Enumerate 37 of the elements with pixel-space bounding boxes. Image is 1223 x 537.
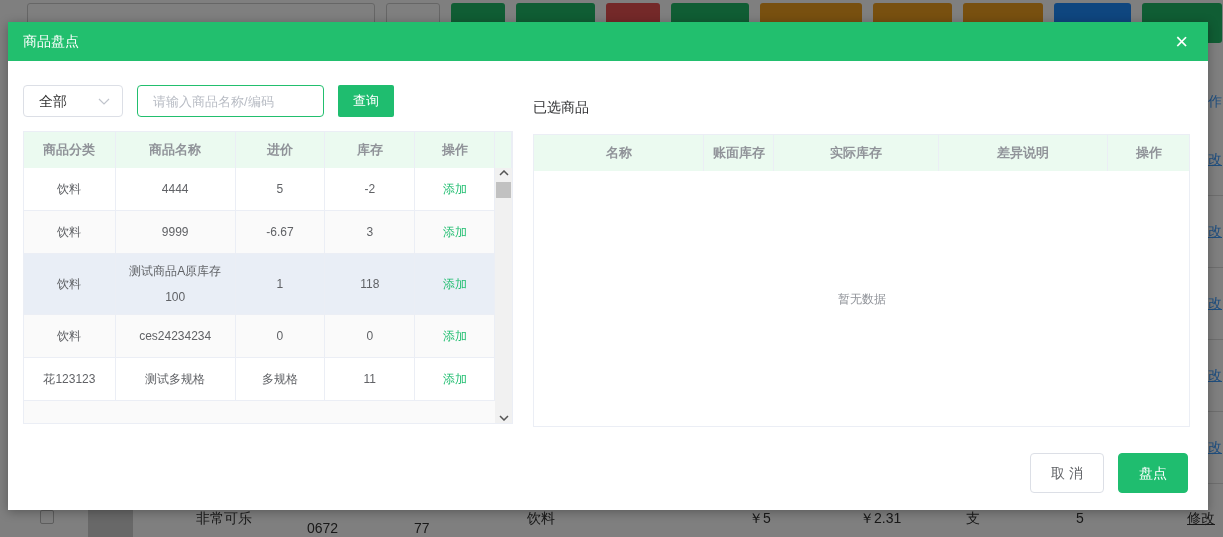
table-cell-text: 3: [366, 224, 374, 241]
section-title: 已选商品: [533, 98, 590, 117]
barcode-text: 0672: [307, 520, 339, 536]
table-cell-text: 11: [363, 371, 376, 388]
table-cell-text: 花123123: [43, 371, 96, 388]
table-cell-text: 0: [276, 328, 284, 345]
table-cell-text: 饮料: [57, 328, 82, 345]
table-cell-text: 饮料: [57, 181, 82, 198]
category-text: 饮料: [527, 510, 555, 526]
table-cell-text: 饮料: [57, 224, 82, 241]
table-cell-text: 多规格: [261, 371, 298, 388]
dialog-title: 商品盘点: [23, 32, 79, 51]
table-cell-text: 9999: [161, 224, 189, 241]
table-cell-text: 0: [366, 328, 374, 345]
column-header: 账面库存: [704, 135, 774, 171]
column-header: 实际库存: [774, 135, 939, 171]
unit-text: 支: [966, 510, 980, 526]
column-header: 操作: [1134, 144, 1163, 163]
stock-text: 5: [1076, 510, 1084, 526]
column-header: 差异说明: [939, 135, 1108, 171]
product-name: 非常可乐: [196, 510, 252, 526]
table-cell-text: 1: [276, 276, 284, 293]
table-cell-text: 测试多规格: [145, 371, 206, 388]
table-cell-text: 5: [276, 181, 284, 198]
empty-message: 暂无数据: [837, 290, 886, 308]
column-header: 名称: [534, 135, 704, 171]
cost-text: ￥2.31: [860, 510, 902, 526]
table-cell-text: 饮料: [57, 276, 82, 293]
column-header: 作: [1207, 92, 1223, 111]
table-cell-text: ces24234234: [139, 328, 212, 345]
table-cell-text: 118: [360, 276, 380, 293]
table-cell-text: 4444: [161, 181, 189, 198]
table-cell-text: 测试商品A原库存100: [128, 263, 223, 306]
table-cell-text: -6.67: [266, 224, 294, 241]
code-text: 77: [414, 520, 430, 536]
table-cell-text: -2: [364, 181, 376, 198]
price-text: ￥5: [749, 510, 771, 526]
